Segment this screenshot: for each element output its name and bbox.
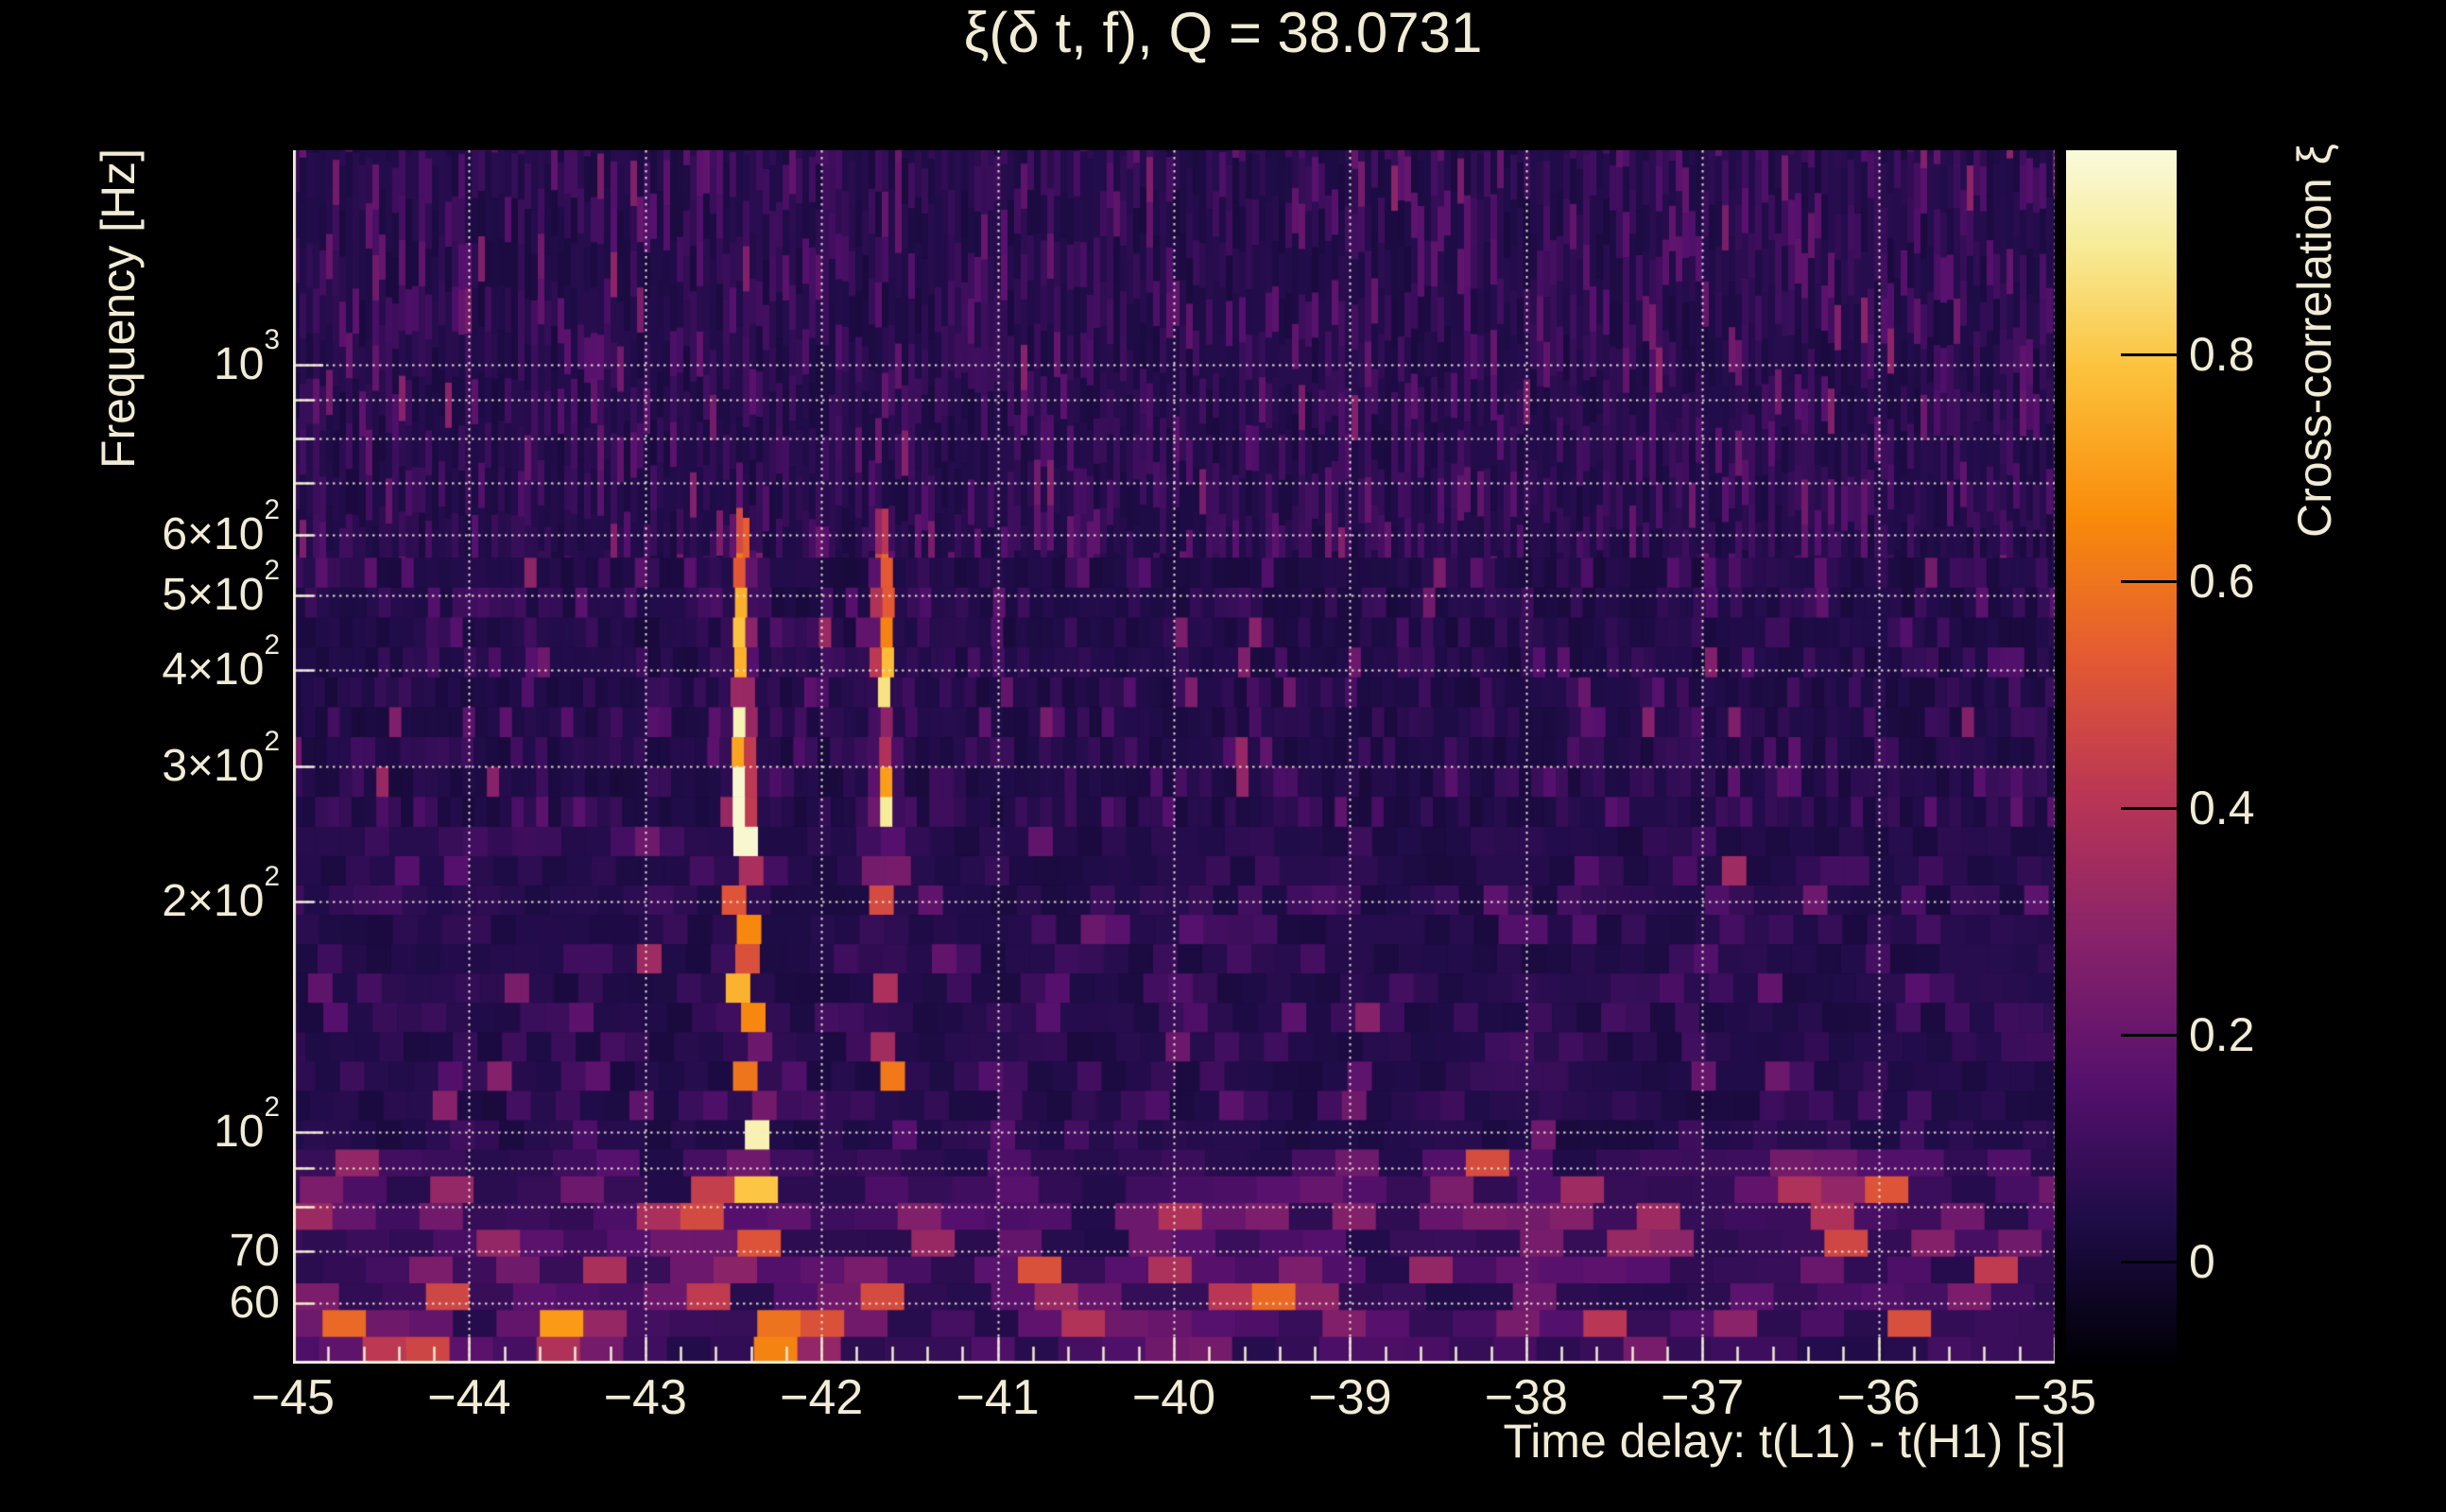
y-tick-label: 102	[214, 1091, 280, 1158]
heatmap-canvas	[293, 150, 2055, 1364]
colorbar-tick-label: 0.4	[2189, 782, 2255, 834]
y-tick-label: 2×102	[162, 860, 280, 926]
colorbar-tick-label: 0.2	[2189, 1008, 2255, 1061]
x-tick-label: −41	[956, 1370, 1040, 1425]
colorbar-tick-mark	[2121, 807, 2177, 810]
colorbar-tick-label: 0	[2189, 1235, 2215, 1288]
colorbar-tick-mark	[2121, 1034, 2177, 1037]
colorbar-tick-mark	[2121, 580, 2177, 583]
colorbar-title: Cross-correlation ξ	[2288, 144, 2341, 538]
y-tick-label: 4×102	[162, 629, 280, 695]
chart-title: ξ(δ t, f), Q = 38.0731	[963, 1, 1483, 64]
colorbar-canvas	[2066, 150, 2177, 1364]
x-tick-label: −43	[603, 1370, 687, 1425]
y-tick-label: 103	[214, 323, 280, 389]
x-tick-label: −44	[427, 1370, 511, 1425]
y-tick-label: 5×102	[162, 555, 280, 621]
x-tick-label: −42	[780, 1370, 864, 1425]
plot-page: { "page": { "background": "#000000" }, "…	[0, 0, 2446, 1512]
y-axis-title: Frequency [Hz]	[92, 148, 145, 470]
colorbar-tick-mark	[2121, 1261, 2177, 1263]
colorbar-tick-mark	[2121, 353, 2177, 356]
x-tick-label: −45	[250, 1370, 336, 1425]
y-tick-label: 3×102	[162, 725, 280, 791]
colorbar-tick-label: 0.6	[2189, 555, 2255, 608]
x-axis-title: Time delay: t(L1) - t(H1) [s]	[1503, 1415, 2066, 1468]
y-tick-label: 6×102	[162, 493, 280, 559]
y-tick-label: 60	[229, 1277, 280, 1328]
y-tick-label: 70	[229, 1226, 280, 1277]
